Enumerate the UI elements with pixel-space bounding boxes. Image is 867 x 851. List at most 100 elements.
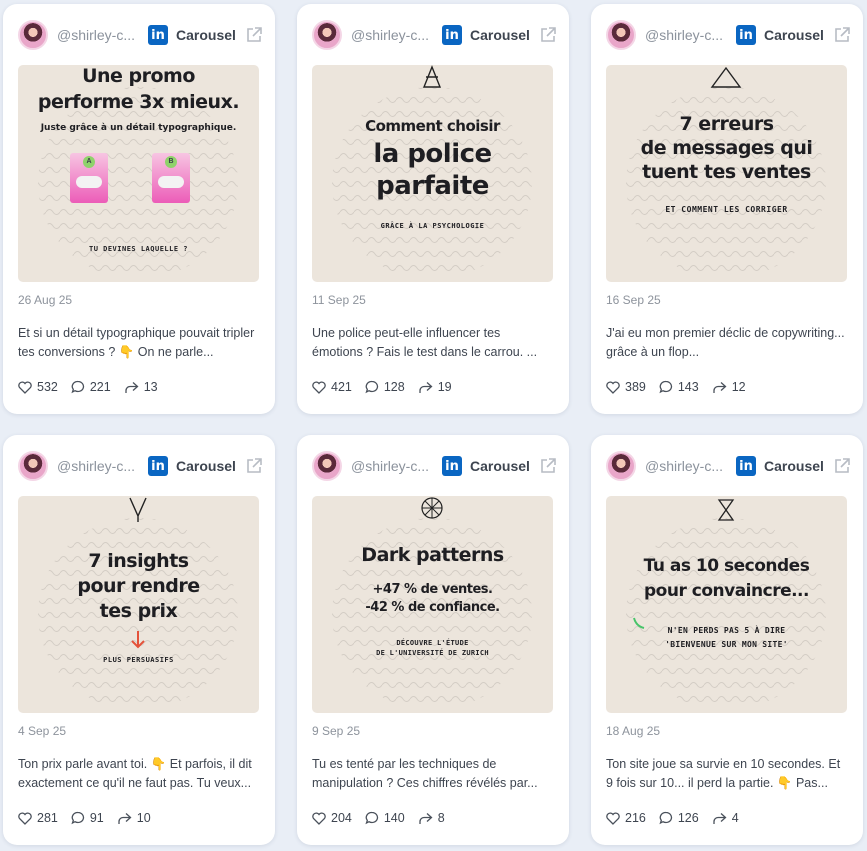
post-date: 18 Aug 25	[606, 724, 661, 738]
thumb-headline-1: Tu as 10 secondes	[643, 556, 810, 576]
posts-grid: @shirley-c... in Carousel Une promo perf…	[0, 0, 867, 851]
post-date: 11 Sep 25	[312, 293, 366, 307]
post-type-label: Carousel	[470, 27, 530, 43]
post-card[interactable]: @shirley-c... in Carousel 7 erreurs de m…	[591, 4, 863, 414]
card-header: @shirley-c... in Carousel	[606, 451, 851, 481]
post-thumbnail[interactable]: Tu as 10 secondes pour convaincre... N'E…	[606, 496, 847, 713]
shares-count: 8	[437, 811, 445, 825]
post-type-label: Carousel	[176, 458, 236, 474]
author-handle[interactable]: @shirley-c...	[351, 458, 433, 474]
likes-stat: 389	[606, 380, 646, 394]
thumb-headline-2: de messages qui	[640, 137, 813, 159]
author-handle[interactable]: @shirley-c...	[351, 27, 433, 43]
thumb-footer: TU DEVINES LAQUELLE ?	[88, 245, 188, 253]
shares-count: 13	[143, 380, 158, 394]
share-icon	[713, 812, 727, 824]
share-icon	[419, 381, 433, 393]
comments-count: 126	[677, 811, 699, 825]
comments-count: 91	[89, 811, 104, 825]
comments-stat: 128	[365, 380, 405, 394]
shares-count: 4	[731, 811, 739, 825]
post-description: Ton site joue sa survie en 10 secondes. …	[606, 757, 841, 790]
heart-icon	[18, 811, 32, 825]
variant-a-label: A	[83, 156, 95, 168]
comments-count: 128	[383, 380, 405, 394]
engagement-stats: 421 128 19	[312, 380, 465, 394]
linkedin-icon: in	[148, 456, 168, 476]
shares-count: 19	[437, 380, 452, 394]
engagement-stats: 204 140 8	[312, 811, 458, 825]
variant-a-image: A	[70, 153, 108, 203]
post-thumbnail[interactable]: Comment choisir la police parfaite GRÂCE…	[312, 65, 553, 282]
shoe-image	[158, 176, 184, 188]
linkedin-icon: in	[736, 456, 756, 476]
share-icon	[125, 381, 139, 393]
comment-icon	[71, 811, 84, 825]
shoe-image	[76, 176, 102, 188]
post-card[interactable]: @shirley-c... in Carousel 7 insights pou…	[3, 435, 275, 845]
comment-icon	[365, 380, 378, 394]
shares-stat: 10	[117, 811, 151, 825]
thumb-headline-3: tuent tes ventes	[642, 161, 811, 183]
author-handle[interactable]: @shirley-c...	[57, 27, 139, 43]
thumb-footer-2: DE L'UNIVERSITÉ DE ZURICH	[376, 649, 489, 657]
post-description: J'ai eu mon premier déclic de copywritin…	[606, 326, 845, 359]
linkedin-icon: in	[148, 25, 168, 45]
external-link-icon[interactable]	[245, 457, 263, 475]
comments-stat: 221	[71, 380, 111, 394]
comments-stat: 143	[659, 380, 699, 394]
post-card[interactable]: @shirley-c... in Carousel Comment choisi…	[297, 4, 569, 414]
avatar	[18, 20, 48, 50]
author-handle[interactable]: @shirley-c...	[645, 458, 727, 474]
card-header: @shirley-c... in Carousel	[312, 451, 557, 481]
post-date: 9 Sep 25	[312, 724, 361, 738]
thumb-footer: N'EN PERDS PAS 5 À DIRE	[667, 626, 786, 635]
external-link-icon[interactable]	[539, 457, 557, 475]
avatar	[312, 451, 342, 481]
likes-stat: 281	[18, 811, 58, 825]
linkedin-icon: in	[442, 456, 462, 476]
thumb-headline-1: Comment choisir	[365, 117, 500, 135]
post-card[interactable]: @shirley-c... in Carousel Tu as 10 secon…	[591, 435, 863, 845]
post-date: 4 Sep 25	[18, 724, 67, 738]
likes-count: 281	[37, 811, 58, 825]
post-thumbnail[interactable]: Une promo performe 3x mieux. Juste grâce…	[18, 65, 259, 282]
comment-icon	[659, 380, 672, 394]
linkedin-icon: in	[736, 25, 756, 45]
post-thumbnail[interactable]: 7 erreurs de messages qui tuent tes vent…	[606, 65, 847, 282]
likes-stat: 204	[312, 811, 352, 825]
avatar	[312, 20, 342, 50]
post-card[interactable]: @shirley-c... in Carousel Dark patterns …	[297, 435, 569, 845]
shares-stat: 12	[712, 380, 746, 394]
author-handle[interactable]: @shirley-c...	[57, 458, 139, 474]
shares-count: 12	[731, 380, 746, 394]
engagement-stats: 389 143 12	[606, 380, 759, 394]
author-handle[interactable]: @shirley-c...	[645, 27, 727, 43]
engagement-stats: 216 126 4	[606, 811, 752, 825]
card-header: @shirley-c... in Carousel	[312, 20, 557, 50]
external-link-icon[interactable]	[539, 26, 557, 44]
comments-count: 140	[383, 811, 405, 825]
thumb-headline-2: performe 3x mieux.	[37, 91, 240, 113]
external-link-icon[interactable]	[833, 457, 851, 475]
card-header: @shirley-c... in Carousel	[606, 20, 851, 50]
post-description: Et si un détail typographique pouvait tr…	[18, 326, 255, 359]
post-description: Une police peut-elle influencer tes émot…	[312, 326, 538, 359]
post-thumbnail[interactable]: 7 insights pour rendre tes prix PLUS PER…	[18, 496, 259, 713]
heart-icon	[312, 380, 326, 394]
post-description: Tu es tenté par les techniques de manipu…	[312, 757, 538, 790]
engagement-stats: 532 221 13	[18, 380, 171, 394]
card-header: @shirley-c... in Carousel	[18, 451, 263, 481]
likes-count: 421	[331, 380, 352, 394]
shares-stat: 19	[418, 380, 452, 394]
external-link-icon[interactable]	[245, 26, 263, 44]
post-thumbnail[interactable]: Dark patterns +47 % de ventes. -42 % de …	[312, 496, 553, 713]
thumb-headline-3: parfaite	[376, 171, 489, 201]
avatar	[606, 451, 636, 481]
external-link-icon[interactable]	[833, 26, 851, 44]
post-card[interactable]: @shirley-c... in Carousel Une promo perf…	[3, 4, 275, 414]
likes-stat: 421	[312, 380, 352, 394]
thumb-footer: DÉCOUVRE L'ÉTUDE	[396, 639, 469, 647]
comment-icon	[365, 811, 378, 825]
thumb-subtitle: Juste grâce à un détail typographique.	[40, 123, 237, 133]
